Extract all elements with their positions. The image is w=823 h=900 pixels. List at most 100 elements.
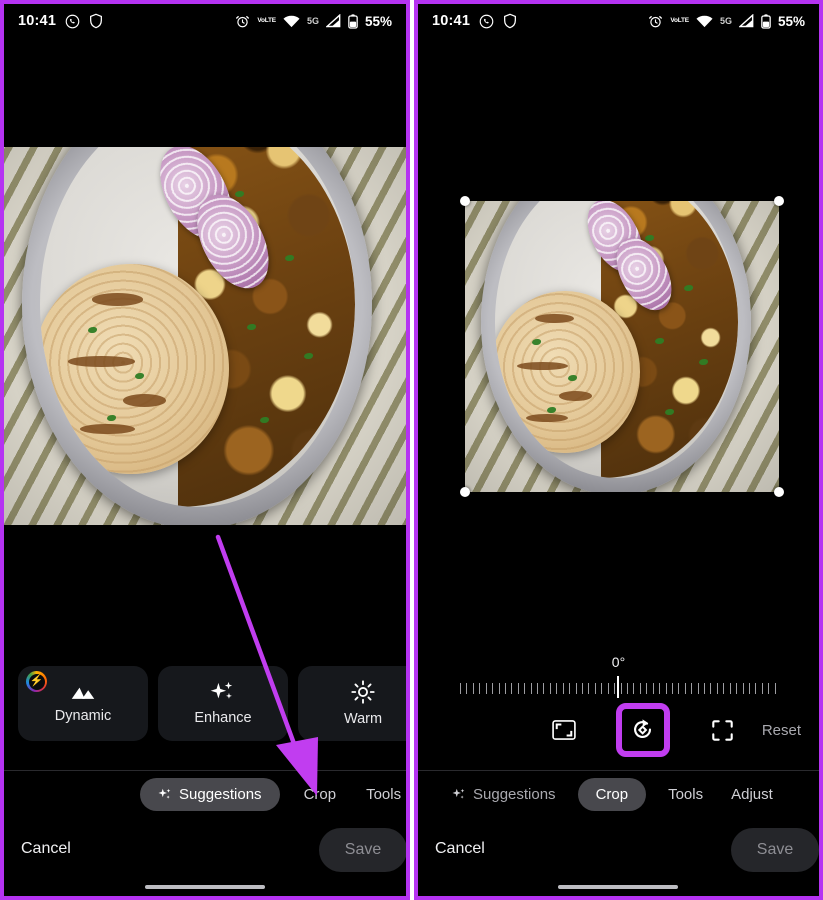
- dial-tick: [543, 683, 545, 694]
- dial-tick: [761, 683, 763, 694]
- gesture-nav-bar: [558, 885, 678, 889]
- char-mark: [534, 313, 574, 324]
- volte-line-2: LTE: [677, 16, 689, 24]
- food-photo: [465, 201, 779, 492]
- dial-tick: [607, 683, 609, 694]
- suggestion-chip-label: Dynamic: [54, 708, 112, 724]
- dial-tick: [639, 683, 641, 694]
- battery-percent: 55%: [777, 13, 805, 29]
- cilantro-leaf: [304, 352, 314, 359]
- rotation-degree-label: 0°: [611, 654, 626, 670]
- status-time: 10:41: [18, 13, 57, 29]
- tab-suggestions[interactable]: Suggestions: [140, 778, 280, 811]
- rotation-dial[interactable]: [460, 682, 776, 694]
- dial-tick: [716, 683, 718, 694]
- dial-tick: [684, 683, 686, 694]
- tab-suggestions[interactable]: Suggestions: [446, 778, 562, 811]
- suggestion-chip-enhance[interactable]: Enhance: [158, 666, 288, 741]
- shield-icon: [89, 13, 103, 29]
- paratha: [494, 290, 641, 453]
- reset-button[interactable]: Reset: [762, 722, 801, 739]
- tab-label: Crop: [595, 786, 629, 803]
- aspect-ratio-button[interactable]: [538, 704, 590, 756]
- sparkle-icon: [158, 788, 172, 801]
- dial-tick: [697, 683, 699, 694]
- dial-tick: [504, 683, 506, 694]
- phone-screen-left: 10:41 Vo LTE 5G 55% ⚡ Dynamic Enhance Wa…: [4, 4, 406, 896]
- dial-tick: [582, 683, 584, 694]
- status-time: 10:41: [432, 13, 471, 29]
- status-bar-right: Vo LTE 5G 55%: [648, 14, 805, 29]
- dial-tick: [498, 683, 500, 694]
- ai-badge-glyph: ⚡: [29, 675, 44, 687]
- auto-straighten-button[interactable]: [696, 704, 748, 756]
- cilantro-leaf: [567, 375, 577, 382]
- dial-tick: [517, 683, 519, 694]
- dial-tick: [736, 683, 738, 694]
- dial-tick: [742, 683, 744, 694]
- dial-tick: [729, 683, 731, 694]
- char-mark: [80, 423, 135, 435]
- photo-preview-left[interactable]: [4, 147, 406, 525]
- cancel-button[interactable]: Cancel: [21, 840, 71, 858]
- dial-tick: [659, 683, 661, 694]
- save-button[interactable]: Save: [319, 828, 406, 872]
- cilantro-leaf: [107, 415, 117, 422]
- dial-tick: [620, 683, 622, 694]
- cilantro-leaf: [664, 409, 674, 416]
- tab-tools[interactable]: Tools: [662, 778, 709, 811]
- dial-tick: [479, 683, 481, 694]
- dial-tick: [774, 683, 776, 694]
- tab-tools[interactable]: Tools: [360, 778, 406, 811]
- phone-screen-right: 10:41 Vo LTE 5G 55% 0° Reset Suggestions…: [418, 4, 819, 896]
- shield-icon: [503, 13, 517, 29]
- volte-icon: Vo LTE: [257, 17, 276, 24]
- rotate-button[interactable]: [623, 710, 663, 750]
- tab-label: Adjust: [731, 786, 773, 803]
- dial-tick: [588, 683, 590, 694]
- char-mark: [525, 413, 568, 422]
- suggestion-chip-label: Warm: [343, 711, 383, 727]
- save-button-label: Save: [344, 841, 382, 858]
- tab-crop[interactable]: Crop: [577, 778, 647, 811]
- save-button[interactable]: Save: [731, 828, 819, 872]
- dial-tick: [691, 683, 693, 694]
- suggestion-chip-dynamic[interactable]: ⚡ Dynamic: [18, 666, 148, 741]
- dial-tick: [492, 683, 494, 694]
- dial-tick: [652, 683, 654, 694]
- aspect-ratio-icon: [552, 720, 576, 740]
- paratha: [39, 263, 229, 475]
- tabbar-divider: [418, 770, 819, 771]
- suggestion-chip-label: Enhance: [194, 710, 252, 726]
- char-mark: [558, 391, 593, 401]
- dial-tick: [665, 683, 667, 694]
- dial-tick: [569, 683, 571, 694]
- dial-tick: [485, 683, 487, 694]
- dial-tick: [748, 683, 750, 694]
- dial-tick: [524, 683, 526, 694]
- tab-crop[interactable]: Crop: [298, 778, 343, 811]
- cancel-button[interactable]: Cancel: [435, 840, 485, 858]
- suggestion-chip-warm[interactable]: Warm: [298, 666, 406, 741]
- dial-tick: [704, 683, 706, 694]
- tab-label: Tools: [668, 786, 704, 803]
- dial-tick: [530, 683, 532, 694]
- phone-panel-left: 10:41 Vo LTE 5G 55% ⚡ Dynamic Enhance Wa…: [0, 0, 410, 900]
- status-bar-left: 10:41: [18, 13, 103, 29]
- photo-preview-right[interactable]: [465, 201, 779, 492]
- gesture-nav-bar: [145, 885, 265, 889]
- volte-icon: Vo LTE: [670, 16, 689, 24]
- char-mark: [516, 362, 568, 371]
- status-bar: 10:41 Vo LTE 5G 55%: [418, 4, 819, 38]
- tab-label: Tools: [366, 786, 402, 803]
- char-mark: [123, 394, 166, 407]
- battery-icon: [348, 13, 358, 29]
- char-mark: [68, 356, 135, 367]
- signal-icon: [325, 14, 341, 28]
- dial-tick: [460, 683, 461, 694]
- landscape-icon: [70, 683, 96, 701]
- wifi-icon: [283, 15, 300, 28]
- tab-adjust[interactable]: Adjust: [725, 778, 779, 811]
- status-bar: 10:41 Vo LTE 5G 55%: [4, 4, 406, 38]
- dial-tick: [537, 683, 539, 694]
